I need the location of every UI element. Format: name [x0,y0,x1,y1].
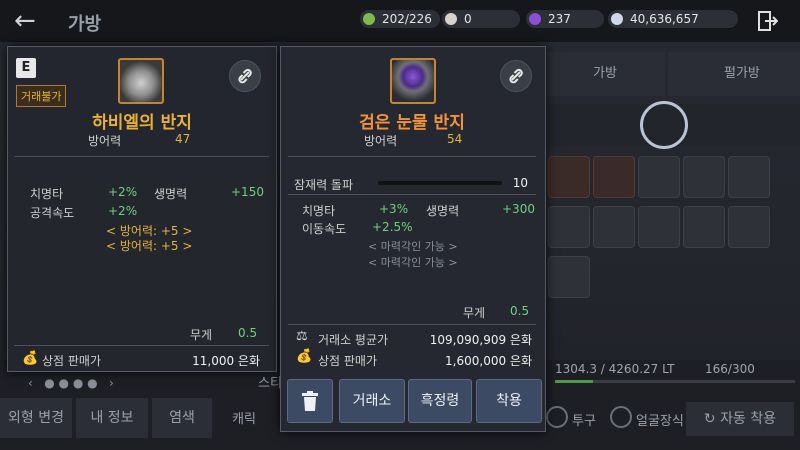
market-button[interactable]: 거래소 [339,379,405,423]
defense-label: 방어력 [364,134,398,148]
item-name: 하비엘의 반지 [92,113,192,133]
my-info-button[interactable]: 내 정보 [76,398,148,438]
defense-value: 54 [447,132,463,146]
stat-label: 치명타 [302,204,336,218]
inventory-slot[interactable] [683,206,725,248]
inventory-slot-count: 166/300 [705,362,755,376]
currency-pearl: 0 [442,10,520,28]
shop-price-label: 상점 판매가 [318,354,378,368]
inventory-slot[interactable] [548,256,590,298]
bonus-stat: < 방어력: +5 > [106,239,193,253]
inventory-slot[interactable] [548,156,590,198]
money-bag-icon: 💰 [22,351,39,366]
page-title: 가방 [68,14,102,35]
scale-icon: ⚖ [296,329,308,344]
engrave-hint: < 마력각인 가능 > [368,256,458,269]
potential-value: 10 [512,176,528,190]
divider [288,324,536,325]
currency-gem: 237 [526,10,604,28]
engrave-hint: < 마력각인 가능 > [368,240,458,253]
link-icon [509,68,523,84]
weight-icon [363,13,375,25]
haviel-ring-icon [118,58,164,104]
stat-value: +150 [231,185,264,199]
appearance-change-button[interactable]: 외형 변경 [0,398,72,438]
inventory-slot[interactable] [593,156,635,198]
back-arrow-icon[interactable]: ← [14,6,36,36]
inventory-slot[interactable] [593,206,635,248]
page-dots: ‹ ● ● ● ● › [28,376,114,390]
inventory-slot[interactable] [728,206,770,248]
refresh-icon: ↻ [703,411,716,427]
money-bag-icon: 💰 [296,349,313,364]
equip-button[interactable]: 착용 [476,379,542,423]
divider [14,156,269,157]
item-name: 검은 눈물 반지 [359,113,465,133]
shop-price-label: 상점 판매가 [42,354,102,368]
stat-label: 치명타 [30,187,64,201]
divider [288,156,536,157]
grade-badge: E [16,58,36,78]
link-icon [238,68,252,84]
divider [14,345,269,346]
weight-label: 무게 [190,328,213,342]
weight-bar-fill [555,380,594,383]
inventory-slot[interactable] [638,206,680,248]
stat-label: 생명력 [426,204,460,218]
exit-icon[interactable] [756,10,778,32]
market-price-value: 109,090,909 은화 [429,333,532,347]
weight-value: 0.5 [238,326,258,340]
currency-weight: 202/226 [360,10,440,28]
dye-button[interactable]: 염색 [152,398,212,438]
stat-value: +3% [379,202,409,216]
inventory-weight: 1304.3 / 4260.27 LT [555,362,675,376]
divider [288,194,536,195]
gem-icon [529,13,541,25]
helmet-label: 투구 [572,414,596,429]
delete-button[interactable] [287,379,333,423]
stat-value: +2% [108,204,138,218]
defense-value: 47 [175,132,191,146]
weight-value: 0.5 [510,304,530,318]
defense-label: 방어력 [88,134,122,148]
potential-label: 잠재력 돌파 [294,178,354,192]
potential-bar [378,181,502,185]
silver-icon [611,13,623,25]
black-spirit-button[interactable]: 흑정령 [408,379,472,423]
auto-equip-button[interactable]: ↻ 자동 착용 [686,402,794,436]
link-button[interactable] [229,60,261,92]
stat-value: +2.5% [372,220,413,234]
market-price-label: 거래소 평균가 [318,333,389,347]
face-accessory-label: 얼굴장식 [636,414,684,429]
face-accessory-checkbox[interactable] [610,406,632,428]
inventory-slot[interactable] [548,206,590,248]
shop-price-value: 11,000 은화 [192,354,260,368]
stat-label: 공격속도 [30,206,75,220]
tab-pearl-bag[interactable]: 펄가방 [668,52,800,96]
sticker-label: 스티 [258,376,282,391]
trash-icon [302,391,318,411]
ring-filter-icon[interactable] [640,101,688,149]
stat-label: 생명력 [154,187,188,201]
trade-restricted-badge: 거래불가 [16,85,67,107]
stat-value: +2% [108,185,138,199]
weight-label: 무게 [463,306,486,320]
shop-price-value: 1,600,000 은화 [445,354,532,368]
inventory-slot[interactable] [683,156,725,198]
inventory-slot[interactable] [728,156,770,198]
character-checkbox-label[interactable]: 캐릭 [232,408,256,427]
stat-label: 이동속도 [302,222,347,236]
inventory-slot[interactable] [638,156,680,198]
black-tear-ring-icon [390,58,436,104]
weight-bar [555,380,795,383]
helmet-checkbox[interactable] [546,406,568,428]
currency-silver: 40,636,657 [608,10,738,28]
tab-bag[interactable]: 가방 [545,52,665,96]
link-button[interactable] [500,60,532,92]
pearl-icon [445,13,457,25]
stat-value: +300 [502,202,535,216]
